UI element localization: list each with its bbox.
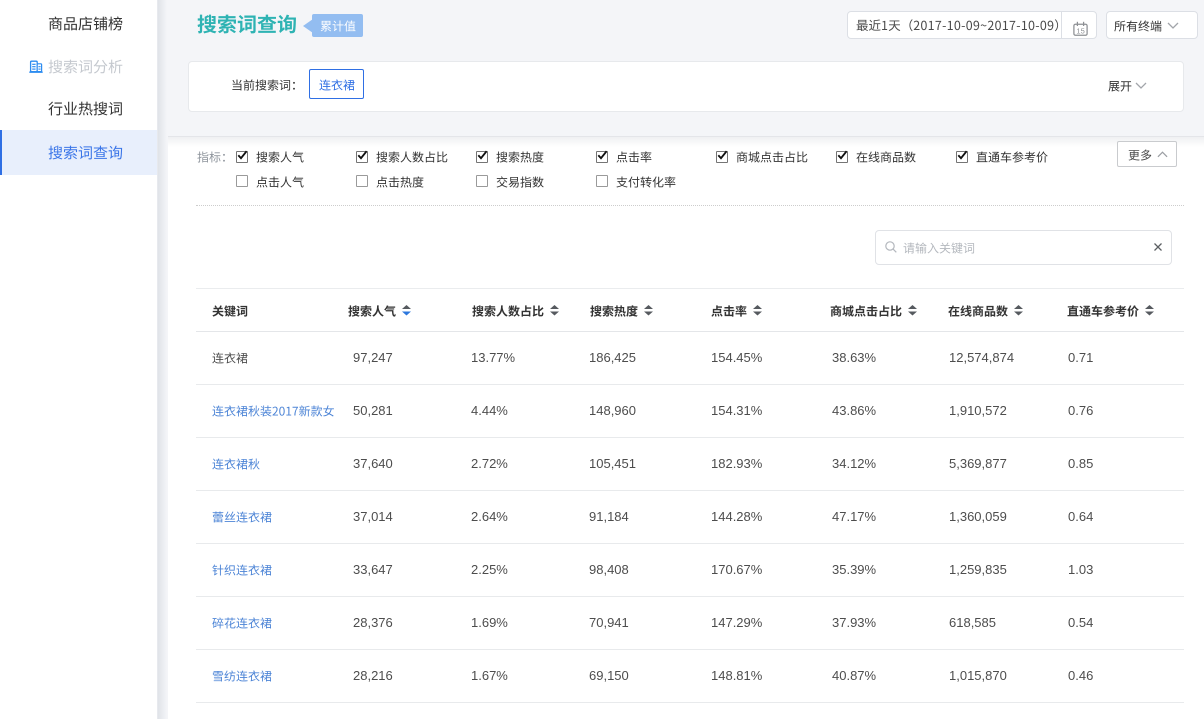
svg-text:15: 15 <box>1076 27 1084 36</box>
